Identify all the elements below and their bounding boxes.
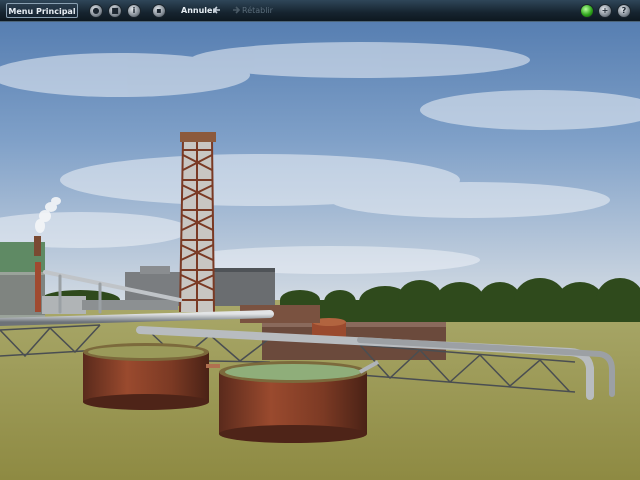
stop-glyph: ■ <box>111 6 119 15</box>
redo-button: Rétablir <box>242 6 273 15</box>
globe-icon[interactable]: ● <box>89 4 103 18</box>
storage-tank-left <box>83 343 220 410</box>
add-glyph: + <box>601 6 609 15</box>
game-viewport[interactable] <box>0 0 640 480</box>
status-light-icon[interactable] <box>580 4 594 18</box>
camera-glyph: ▪ <box>156 6 162 15</box>
top-toolbar: Menu Principal ● ■ i ▪ Annuler Rétablir … <box>0 0 640 22</box>
info-icon[interactable]: i <box>127 4 141 18</box>
stop-icon[interactable]: ■ <box>108 4 122 18</box>
storage-tank-right <box>219 360 379 443</box>
globe-glyph: ● <box>92 6 100 15</box>
camera-icon[interactable]: ▪ <box>152 4 166 18</box>
lattice-tower <box>179 132 216 313</box>
main-menu-button[interactable]: Menu Principal <box>6 3 78 18</box>
undo-arrow-icon[interactable] <box>212 5 222 15</box>
help-glyph: ? <box>621 6 627 15</box>
info-glyph: i <box>132 6 136 15</box>
help-icon[interactable]: ? <box>617 4 631 18</box>
redo-arrow-icon <box>233 6 241 14</box>
add-icon[interactable]: + <box>598 4 612 18</box>
